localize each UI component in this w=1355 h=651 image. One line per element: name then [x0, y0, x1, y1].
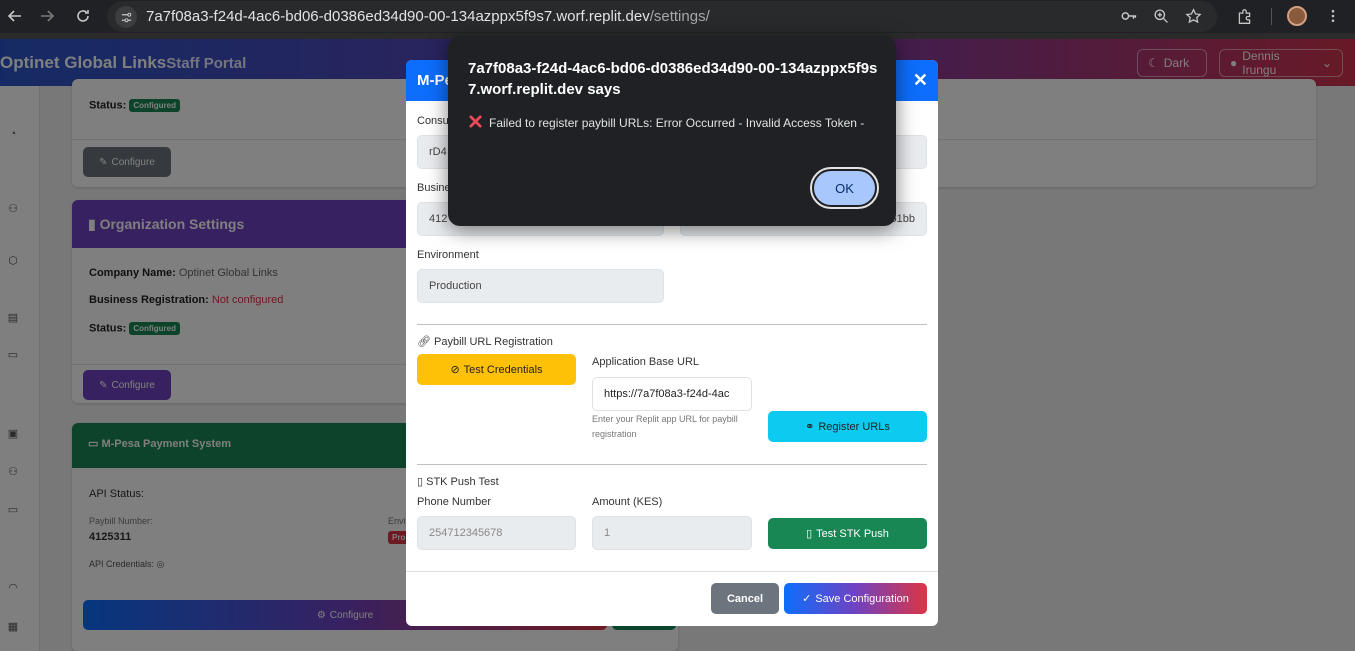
- back-icon[interactable]: [3, 4, 27, 28]
- phone-number-input[interactable]: 254712345678: [417, 516, 576, 550]
- check-circle-icon: ⊘: [450, 364, 460, 376]
- phone-icon: ▯: [806, 528, 813, 540]
- paybill-section-title: 🔗︎ Paybill URL Registration: [417, 336, 553, 348]
- phone-number-label: Phone Number: [417, 496, 491, 508]
- extensions-icon[interactable]: [1234, 6, 1254, 26]
- alert-title: 7a7f08a3-f24d-4ac6-bd06-d0386ed34d90-00-…: [468, 60, 878, 98]
- ok-button[interactable]: OK: [810, 167, 879, 209]
- register-urls-button[interactable]: ⚭ Register URLs: [768, 411, 927, 442]
- zoom-icon[interactable]: [1151, 6, 1171, 26]
- browser-toolbar: 7a7f08a3-f24d-4ac6-bd06-d0386ed34d90-00-…: [0, 0, 1355, 33]
- amount-input[interactable]: 1: [592, 516, 752, 550]
- close-icon[interactable]: ✕: [913, 71, 928, 89]
- kebab-menu-icon[interactable]: [1323, 6, 1343, 26]
- site-settings-icon[interactable]: [115, 6, 137, 28]
- alert-message: Failed to register paybill URLs: Error O…: [468, 113, 878, 133]
- app-base-url-label: Application Base URL: [592, 356, 700, 368]
- cross-mark-icon: [469, 115, 482, 128]
- section-divider: [417, 464, 927, 465]
- save-configuration-button[interactable]: ✓ Save Configuration: [784, 583, 927, 614]
- reload-icon[interactable]: [71, 4, 95, 28]
- environment-select[interactable]: Production: [417, 269, 664, 303]
- address-bar[interactable]: 7a7f08a3-f24d-4ac6-bd06-d0386ed34d90-00-…: [107, 1, 1217, 32]
- stk-section-title: ▯ STK Push Test: [417, 476, 499, 488]
- ok-button-label: OK: [814, 171, 875, 205]
- amount-label: Amount (KES): [592, 496, 663, 508]
- url-text: 7a7f08a3-f24d-4ac6-bd06-d0386ed34d90-00-…: [146, 8, 710, 25]
- link-icon: 🔗︎: [417, 336, 435, 348]
- consumer-key-label: Consu: [417, 115, 449, 127]
- app-base-url-help: Enter your Replit app URL for paybill re…: [592, 414, 738, 439]
- profile-avatar[interactable]: [1287, 6, 1307, 26]
- forward-icon[interactable]: [35, 4, 59, 28]
- browser-alert-dialog: 7a7f08a3-f24d-4ac6-bd06-d0386ed34d90-00-…: [448, 36, 896, 226]
- test-stk-push-button[interactable]: ▯ Test STK Push: [768, 518, 927, 549]
- business-shortcode-label: Busine: [417, 182, 451, 194]
- toolbar-divider: [1271, 8, 1272, 25]
- test-credentials-button[interactable]: ⊘ Test Credentials: [417, 354, 576, 385]
- link-icon: ⚭: [805, 421, 815, 433]
- section-divider: [417, 324, 927, 325]
- app-base-url-input[interactable]: https://7a7f08a3-f24d-4ac: [592, 377, 752, 411]
- cancel-button[interactable]: Cancel: [711, 583, 779, 614]
- key-icon[interactable]: [1119, 6, 1139, 26]
- modal-footer: Cancel ✓ Save Configuration: [406, 571, 938, 626]
- phone-icon: ▯: [417, 476, 427, 488]
- bookmark-star-icon[interactable]: [1183, 6, 1203, 26]
- check-icon: ✓: [802, 593, 812, 605]
- environment-label: Environment: [417, 249, 479, 261]
